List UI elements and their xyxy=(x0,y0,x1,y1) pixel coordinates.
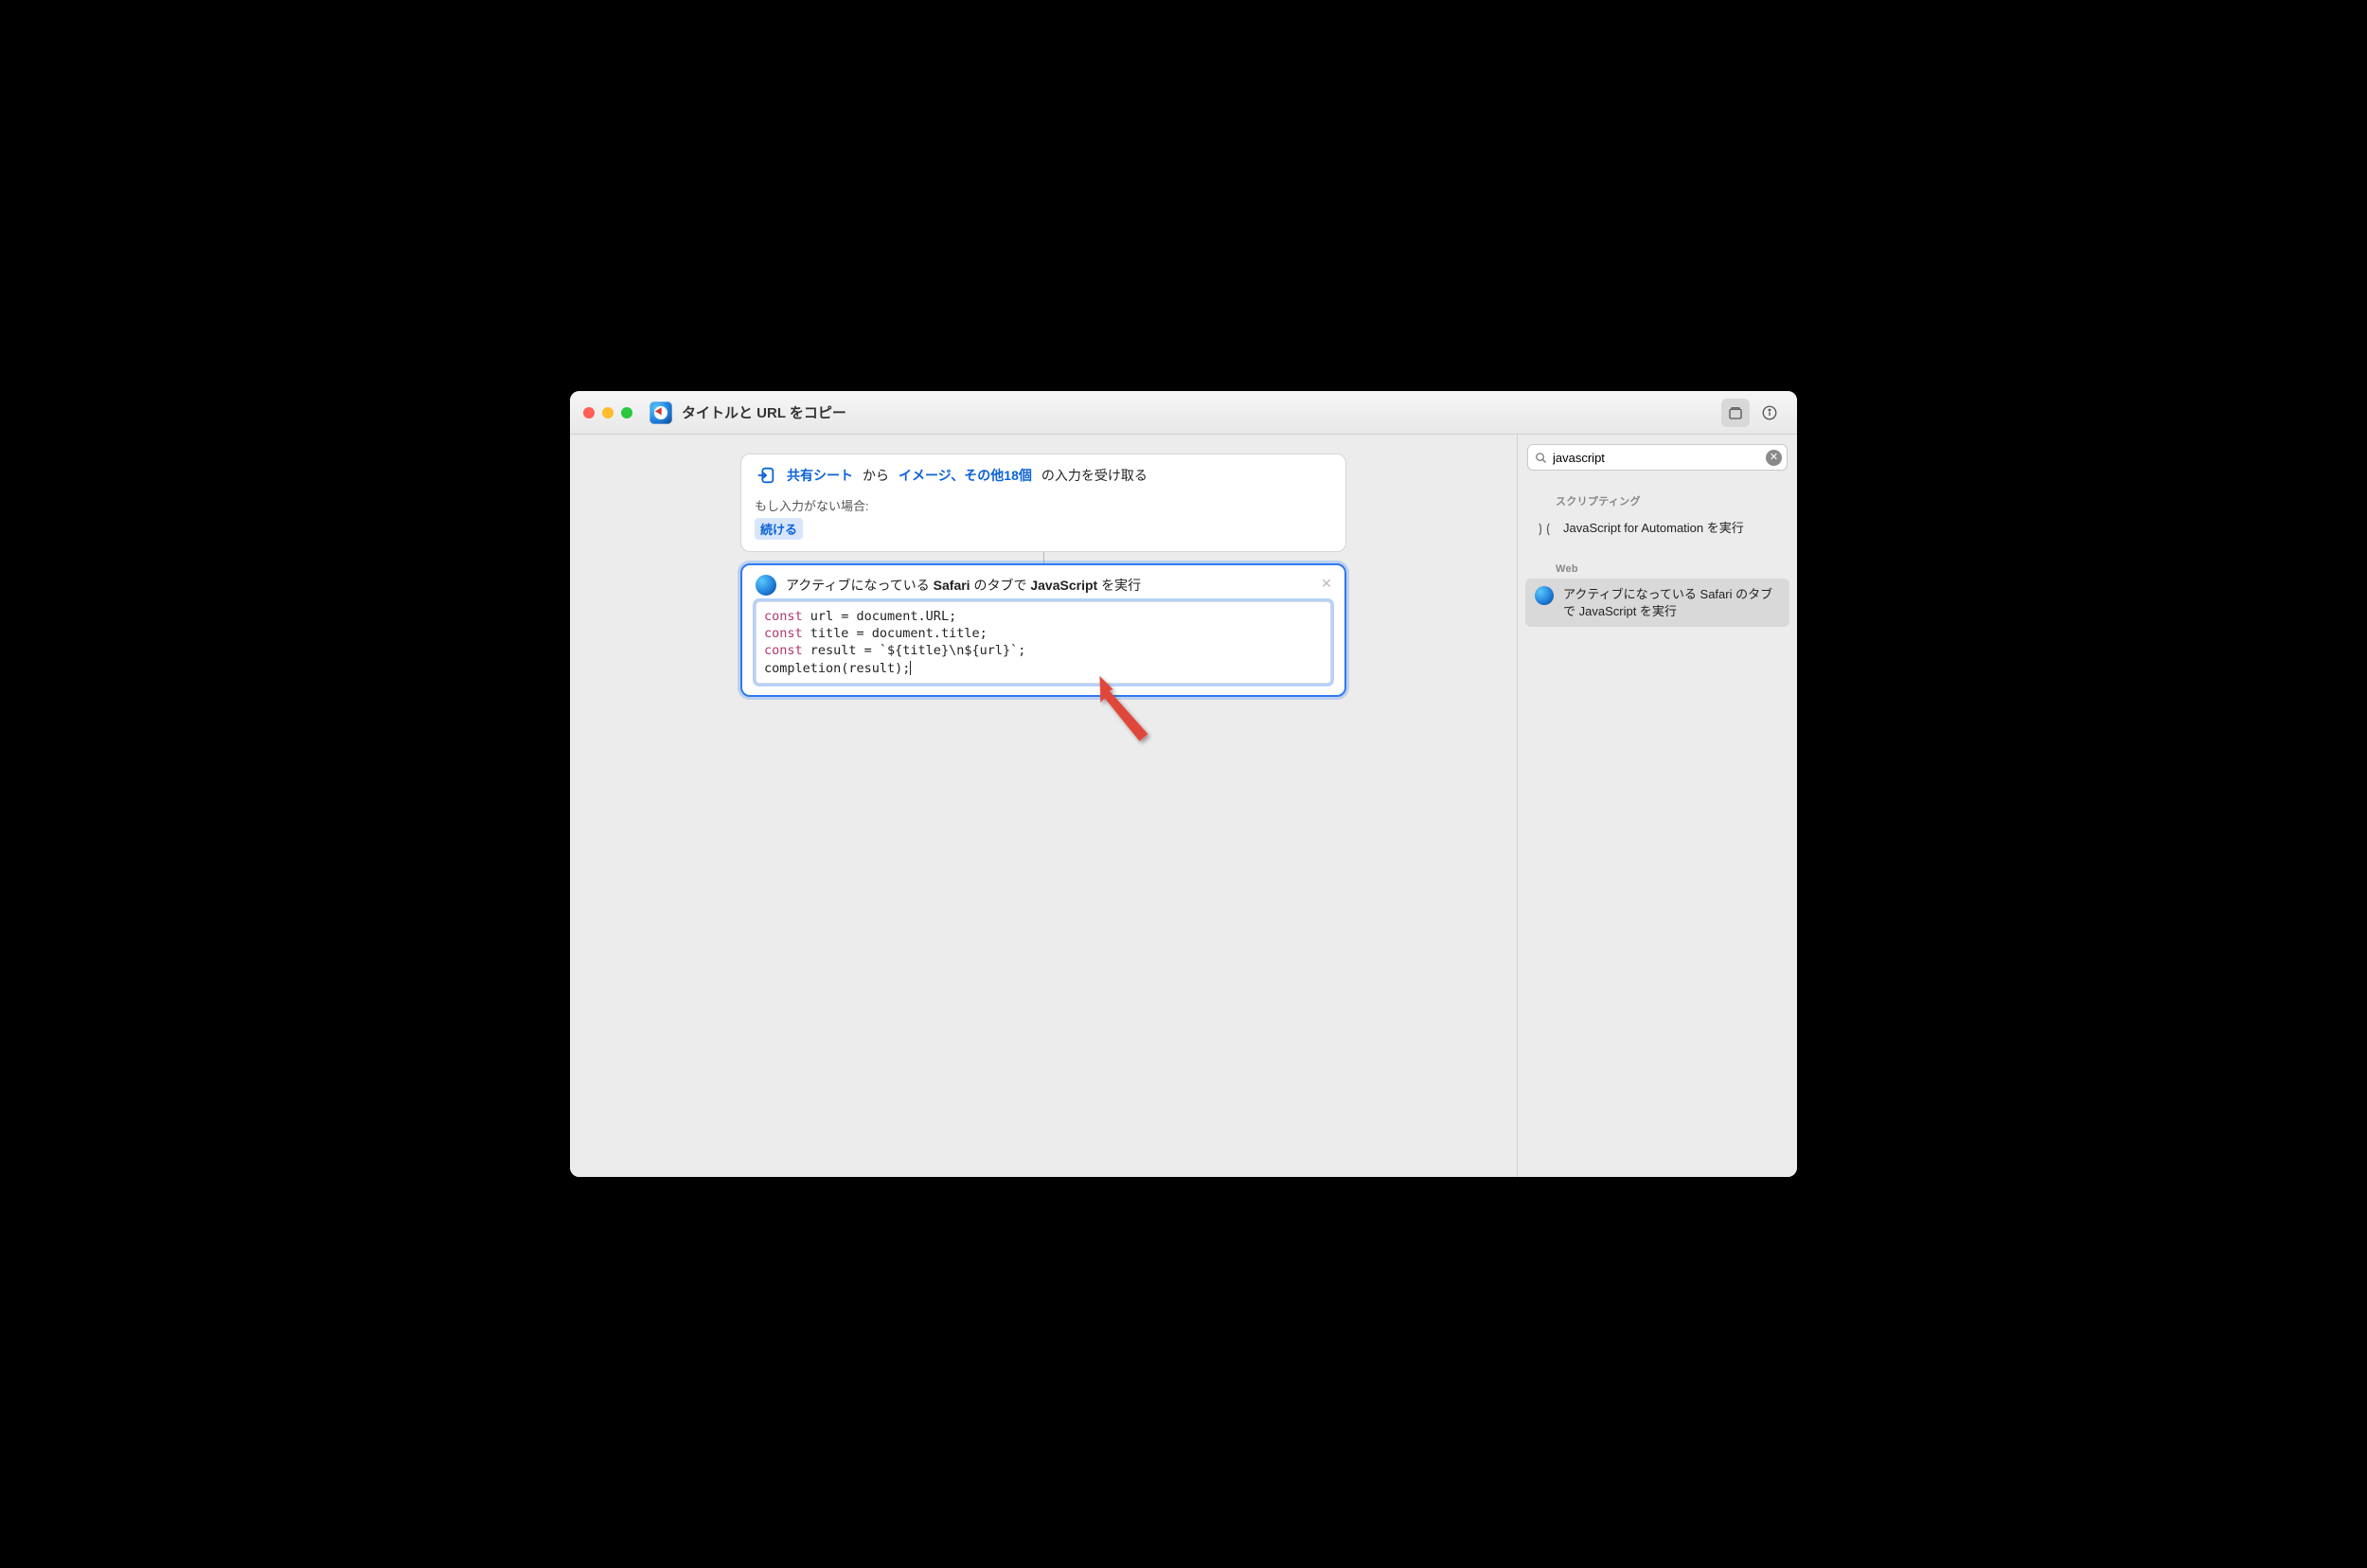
text-cursor xyxy=(910,661,911,675)
info-icon xyxy=(1761,404,1778,421)
input-types-link[interactable]: イメージ、その他18個 xyxy=(899,466,1032,485)
action-library-sidebar: ✕ スクリプティング JavaScript for Automation を実行… xyxy=(1517,435,1797,1177)
section-scripting-label: スクリプティング xyxy=(1518,480,1797,512)
action-item-jxa[interactable]: JavaScript for Automation を実行 xyxy=(1525,512,1789,546)
action-title-safari: Safari xyxy=(934,578,970,593)
code-l1: url = document.URL; xyxy=(803,609,957,624)
window-title: タイトルと URL をコピー xyxy=(682,402,846,422)
safari-icon xyxy=(756,575,776,596)
window-controls xyxy=(583,407,632,419)
input-source-link[interactable]: 共有シート xyxy=(787,466,853,485)
no-input-label: もし入力がない場合: xyxy=(755,496,1332,514)
script-icon xyxy=(1535,520,1554,539)
search-input[interactable] xyxy=(1553,451,1762,465)
workflow-input-card[interactable]: 共有シート から イメージ、その他18個 の入力を受け取る もし入力がない場合:… xyxy=(740,454,1346,552)
action-title-prefix: アクティブになっている xyxy=(786,578,934,593)
compass-icon xyxy=(654,406,667,419)
shortcut-icon xyxy=(650,401,672,424)
library-tab-button[interactable] xyxy=(1721,399,1750,427)
action-search-field[interactable]: ✕ xyxy=(1527,444,1788,471)
sidebar-toolbar xyxy=(1518,391,1797,435)
close-window[interactable] xyxy=(583,407,595,419)
enter-icon xyxy=(756,465,776,486)
safari-icon xyxy=(1535,586,1554,605)
library-icon xyxy=(1727,404,1744,421)
action-title-suffix: を実行 xyxy=(1097,578,1141,593)
code-kw-2: const xyxy=(764,626,803,641)
zoom-window[interactable] xyxy=(621,407,632,419)
input-icon xyxy=(755,464,777,487)
code-kw-3: const xyxy=(764,643,803,658)
search-icon xyxy=(1534,451,1548,465)
input-from-label: から xyxy=(863,466,889,485)
connector-line xyxy=(1043,552,1044,563)
workflow-canvas[interactable]: 共有シート から イメージ、その他18個 の入力を受け取る もし入力がない場合:… xyxy=(570,435,1517,1177)
input-suffix-label: の入力を受け取る xyxy=(1041,466,1148,485)
run-javascript-action[interactable]: ✕ アクティブになっている Safari のタブで JavaScript を実行… xyxy=(740,563,1346,697)
code-l4: completion(result); xyxy=(764,661,910,676)
action-title-mid: のタブで xyxy=(970,578,1031,593)
shortcuts-editor-window: タイトルと URL をコピー xyxy=(570,391,1797,1177)
clear-search-button[interactable]: ✕ xyxy=(1766,450,1782,466)
info-tab-button[interactable] xyxy=(1755,399,1784,427)
code-l2: title = document.title; xyxy=(803,626,988,641)
action-title: アクティブになっている Safari のタブで JavaScript を実行 xyxy=(786,576,1141,595)
remove-action-button[interactable]: ✕ xyxy=(1318,575,1335,592)
action-item-label: JavaScript for Automation を実行 xyxy=(1563,520,1744,537)
action-item-safari-js[interactable]: アクティブになっている Safari のタブで JavaScript を実行 xyxy=(1525,579,1789,627)
no-input-fallback[interactable]: 続ける xyxy=(755,518,803,540)
minimize-window[interactable] xyxy=(602,407,614,419)
code-kw-1: const xyxy=(764,609,803,624)
section-web-label: Web xyxy=(1518,550,1797,579)
javascript-code-input[interactable]: const url = document.URL; const title = … xyxy=(756,601,1331,684)
action-item-label: アクティブになっている Safari のタブで JavaScript を実行 xyxy=(1563,586,1780,619)
action-title-js: JavaScript xyxy=(1030,578,1097,593)
code-l3: result = `${title}\n${url}`; xyxy=(803,643,1026,658)
